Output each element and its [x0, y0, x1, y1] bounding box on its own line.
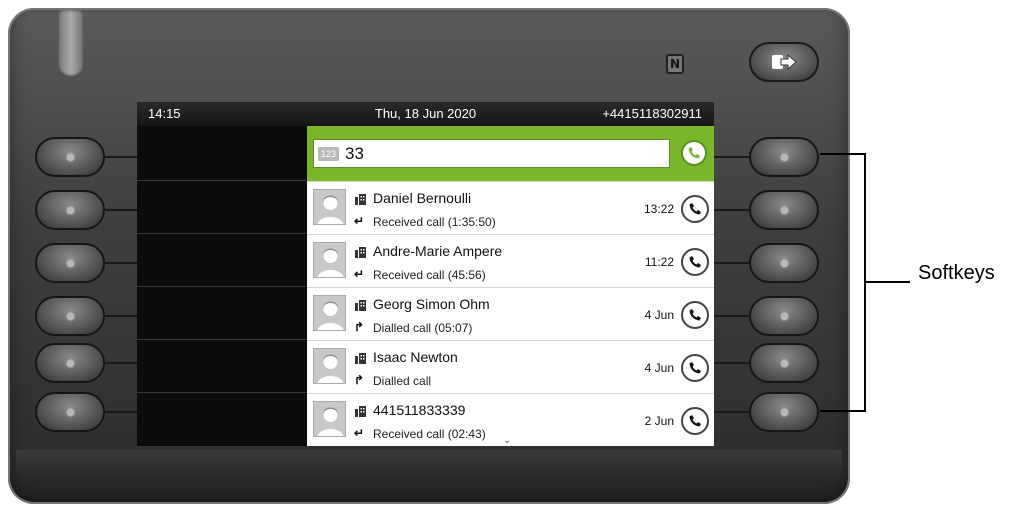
call-time: 13:22	[643, 202, 674, 216]
call-list-item[interactable]: Isaac Newton ↱ Dialled call 4 Jun	[307, 340, 714, 393]
scroll-down-chevron-icon: ⌄	[503, 435, 512, 446]
call-time: 11:22	[644, 255, 674, 269]
avatar	[313, 401, 346, 437]
call-list-item[interactable]: Georg Simon Ohm ↱ Dialled call (05:07) 4…	[307, 287, 714, 340]
call-button[interactable]	[681, 301, 709, 329]
business-number-icon	[355, 300, 366, 311]
call-button[interactable]	[681, 195, 709, 223]
left-softkey-connector	[103, 362, 137, 364]
left-softkey-5[interactable]	[35, 343, 105, 383]
phone-icon	[689, 362, 701, 374]
dialled-call-icon: ↱	[354, 373, 365, 387]
phone-base	[16, 450, 842, 484]
status-bar: 14:15 Thu, 18 Jun 2020 +4415118302911	[137, 102, 714, 126]
right-softkey-connector	[714, 411, 750, 413]
bracket-bottom-arm	[820, 410, 866, 412]
call-detail: Dialled call	[373, 374, 432, 388]
right-softkey-2[interactable]	[749, 190, 819, 230]
numeric-mode-badge: 123	[318, 146, 340, 161]
left-softkey-2[interactable]	[35, 190, 105, 230]
phone-icon	[689, 256, 701, 268]
nfc-icon: N	[666, 54, 684, 74]
right-softkey-4[interactable]	[749, 296, 819, 336]
divider	[137, 339, 306, 340]
left-softkey-connector	[103, 156, 137, 158]
received-call-icon: ↵	[354, 426, 365, 440]
phone-icon	[688, 147, 700, 159]
phone-display: 14:15 Thu, 18 Jun 2020 +4415118302911 12…	[137, 102, 714, 446]
handset-cradle	[58, 10, 84, 76]
phone-icon	[689, 203, 701, 215]
business-number-icon	[355, 194, 366, 205]
right-softkey-connector	[714, 315, 750, 317]
right-softkey-connector	[714, 156, 750, 158]
bracket-pointer	[866, 281, 910, 283]
contact-name: Daniel Bernoulli	[373, 190, 472, 206]
left-softkey-3[interactable]	[35, 243, 105, 283]
business-number-icon	[355, 247, 366, 258]
call-detail: Received call (1:35:50)	[373, 215, 496, 229]
divider	[137, 180, 306, 181]
contact-name: Andre-Marie Ampere	[373, 243, 503, 259]
dial-input[interactable]: 123 33	[313, 139, 670, 168]
call-time: 4 Jun	[644, 308, 674, 322]
received-call-icon: ↵	[354, 267, 365, 281]
call-detail: Received call (02:43)	[373, 427, 486, 441]
right-softkey-5[interactable]	[749, 343, 819, 383]
right-softkey-1[interactable]	[749, 137, 819, 177]
received-call-icon: ↵	[354, 214, 365, 228]
call-detail: Received call (45:56)	[373, 268, 486, 282]
left-softkey-6[interactable]	[35, 392, 105, 432]
divider	[137, 233, 306, 234]
left-softkey-connector	[103, 209, 137, 211]
call-list-item[interactable]: Daniel Bernoulli ↵ Received call (1:35:5…	[307, 181, 714, 234]
contact-name: 441511833339	[373, 402, 466, 418]
dial-call-button[interactable]	[681, 140, 707, 166]
left-softkey-connector	[103, 411, 137, 413]
logout-icon	[772, 53, 797, 71]
left-softkey-4[interactable]	[35, 296, 105, 336]
call-list-item[interactable]: Andre-Marie Ampere ↵ Received call (45:5…	[307, 234, 714, 287]
left-softkey-connector	[103, 315, 137, 317]
left-softkey-connector	[103, 262, 137, 264]
logout-button[interactable]	[749, 42, 819, 82]
right-softkey-3[interactable]	[749, 243, 819, 283]
dial-input-value: 33	[345, 143, 364, 163]
business-number-icon	[355, 406, 366, 417]
dialled-call-icon: ↱	[354, 320, 365, 334]
bracket-top-arm	[820, 153, 866, 155]
right-softkey-connector	[714, 209, 750, 211]
divider	[137, 286, 306, 287]
call-button[interactable]	[681, 248, 709, 276]
avatar	[313, 189, 346, 225]
right-softkey-connector	[714, 262, 750, 264]
call-time: 2 Jun	[644, 414, 674, 428]
phone-icon	[689, 415, 701, 427]
left-softkey-1[interactable]	[35, 137, 105, 177]
call-detail: Dialled call (05:07)	[373, 321, 473, 335]
call-time: 4 Jun	[644, 361, 674, 375]
contact-name: Georg Simon Ohm	[373, 296, 490, 312]
left-softkey-labels	[137, 126, 306, 446]
business-number-icon	[355, 353, 366, 364]
call-button[interactable]	[681, 407, 709, 435]
divider	[137, 392, 306, 393]
right-softkey-connector	[714, 362, 750, 364]
avatar	[313, 242, 346, 278]
call-log-panel: 123 33 Daniel Bernoulli ↵ Received call …	[307, 126, 714, 446]
call-button[interactable]	[681, 354, 709, 382]
phone-icon	[689, 309, 701, 321]
right-softkey-6[interactable]	[749, 392, 819, 432]
dial-bar: 123 33	[307, 126, 714, 181]
avatar	[313, 348, 346, 384]
contact-name: Isaac Newton	[373, 349, 458, 365]
avatar	[313, 295, 346, 331]
own-phone-number: +4415118302911	[602, 106, 702, 121]
softkeys-label: Softkeys	[918, 262, 995, 284]
